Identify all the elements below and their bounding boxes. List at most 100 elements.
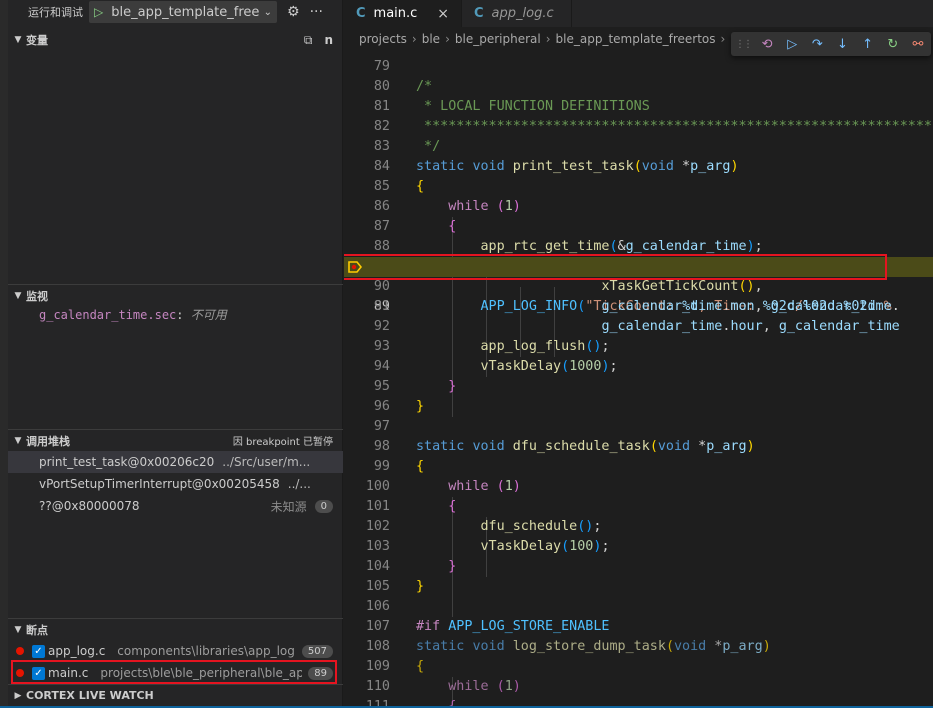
chevron-down-icon: ▼	[14, 435, 22, 446]
cortex-live-watch-header[interactable]: ▶ CORTEX LIVE WATCH	[8, 684, 343, 706]
n-icon[interactable]: n	[324, 33, 333, 47]
code-line: 96}	[373, 399, 425, 414]
breadcrumb-item[interactable]: ble_peripheral	[455, 32, 541, 46]
code-line: 82 *************************************…	[373, 119, 933, 134]
variables-section-header[interactable]: ▼ 变量 ⧉ n	[8, 29, 343, 51]
callstack-frame[interactable]: print_test_task@0x00206c20 ../Src/user/m…	[8, 451, 343, 473]
step-into-icon[interactable]: ↓	[833, 37, 851, 52]
breadcrumb-item[interactable]: projects	[359, 32, 407, 46]
code-line: 105}	[365, 579, 425, 594]
breakpoints-section-header[interactable]: ▼ 断点	[8, 618, 343, 640]
code-line: 110 while (1)	[365, 679, 521, 694]
watch-label: 监视	[26, 289, 48, 303]
tab-label: main.c	[373, 6, 418, 21]
breadcrumb-item[interactable]: ble_app_template_freertos	[556, 32, 716, 46]
callstack-label: 调用堆栈	[26, 434, 70, 448]
code-line: 95 }	[373, 379, 457, 394]
callstack-frame[interactable]: vPortSetupTimerInterrupt@0x00205458 ../.…	[8, 473, 343, 495]
code-line: 92 g_calendar_time.hour, g_calendar_time	[373, 319, 900, 334]
chevron-down-icon: ▼	[14, 624, 22, 635]
code-line: 104 }	[365, 559, 457, 574]
gear-icon[interactable]: ⚙	[287, 4, 300, 20]
code-line: 79	[373, 59, 390, 74]
frame-count-badge: 0	[314, 499, 333, 513]
breakpoint-highlight-box	[11, 660, 337, 684]
disconnect-icon[interactable]: ⚯	[909, 37, 927, 52]
code-editor: C main.c × C app_log.c projects › ble › bl…	[344, 0, 933, 708]
code-line: 103 vTaskDelay(100);	[365, 539, 610, 554]
run-toolbar: 运行和调试 ▷ ble_app_template_freer ⌄ ⚙ ···	[8, 0, 343, 24]
launch-config-select[interactable]: ▷ ble_app_template_freer ⌄	[89, 1, 277, 23]
code-line: 98 static void dfu_schedule_task(void *p_…	[373, 439, 755, 454]
code-line: 97	[373, 419, 390, 434]
ellipsis-icon[interactable]: ···	[310, 4, 323, 20]
tab-label: app_log.c	[491, 6, 554, 21]
frame-function: ??@0x80000078	[39, 499, 140, 513]
code-line: 85{	[373, 179, 425, 194]
breakpoint-file: app_log.c	[48, 644, 106, 658]
code-line: 84 static void print_test_task(void *p_ar…	[373, 159, 739, 174]
breadcrumb-separator: ›	[545, 32, 551, 46]
code-line: 93 app_log_flush();	[373, 339, 610, 354]
code-line: 86 while (1)	[373, 199, 521, 214]
code-line: 107 #if APP_LOG_STORE_ENABLE	[365, 619, 610, 634]
breakpoint-path: components\libraries\app_log	[117, 644, 295, 658]
breadcrumb-separator: ›	[411, 32, 417, 46]
frame-source: ../...	[287, 477, 311, 491]
watch-section-header[interactable]: ▼ 监视	[8, 284, 343, 306]
run-debug-title: 运行和调试	[28, 6, 83, 19]
code-line: 94 vTaskDelay(1000);	[373, 359, 618, 374]
tab-main-c[interactable]: C main.c ×	[344, 0, 462, 27]
breakpoints-label: 断点	[26, 623, 48, 637]
code-line: 102 dfu_schedule();	[365, 519, 602, 534]
activity-strip	[0, 0, 8, 708]
editor-tabs: C main.c × C app_log.c	[344, 0, 933, 27]
chevron-right-icon: ▶	[14, 690, 22, 701]
step-over-icon[interactable]: ↷	[808, 37, 826, 52]
frame-function: vPortSetupTimerInterrupt@0x00205458	[39, 477, 280, 491]
current-line-highlight-box	[344, 254, 887, 280]
code-line: 81 * LOCAL FUNCTION DEFINITIONS	[373, 99, 650, 114]
launch-config-name: ble_app_template_freer	[111, 4, 260, 20]
callstack-section-header[interactable]: ▼ 调用堆栈 因 breakpoint 已暂停	[8, 429, 343, 451]
watch-value: 不可用	[190, 308, 227, 322]
c-file-icon: C	[356, 6, 366, 21]
code-area[interactable]: 79 80/* 81 * LOCAL FUNCTION DEFINITIONS …	[344, 57, 933, 708]
restart-frame-icon[interactable]: ⟲	[758, 37, 776, 52]
restart-icon[interactable]: ↻	[884, 37, 902, 52]
drag-handle-icon[interactable]: ⋮⋮	[735, 39, 753, 50]
watch-expression-item[interactable]: g_calendar_time.sec: 不可用	[39, 306, 227, 323]
code-line: 80/*	[373, 79, 433, 94]
tab-app-log-c[interactable]: C app_log.c	[462, 0, 572, 27]
code-line: 100 while (1)	[365, 479, 521, 494]
cortex-live-watch-label: CORTEX LIVE WATCH	[26, 689, 154, 702]
code-line: 106	[365, 599, 390, 614]
frame-function: print_test_task@0x00206c20	[39, 455, 215, 469]
breakpoint-item[interactable]: ✓ app_log.c components\libraries\app_log…	[8, 640, 343, 662]
chevron-down-icon: ▼	[14, 35, 22, 45]
breakpoint-line-badge: 507	[301, 644, 333, 658]
breakpoint-checkbox[interactable]: ✓	[32, 644, 45, 658]
watch-colon: :	[176, 308, 184, 322]
breakpoint-dot-icon	[16, 647, 24, 655]
callstack-status: 因 breakpoint 已暂停	[232, 437, 333, 448]
close-icon[interactable]: ×	[437, 6, 449, 22]
code-line: 91 g_calendar_time.mon, g_calendar_time.	[373, 299, 900, 314]
collapse-all-icon[interactable]: ⧉	[304, 33, 313, 48]
breadcrumb-separator: ›	[445, 32, 450, 46]
frame-source: ../Src/user/m...	[222, 455, 311, 469]
code-line: 108 static void log_store_dump_task(void …	[365, 639, 771, 654]
chevron-down-icon: ▼	[14, 290, 22, 301]
code-line: 109{	[365, 659, 425, 674]
breadcrumb-item[interactable]: ble	[422, 32, 440, 46]
step-out-icon[interactable]: ↑	[859, 37, 877, 52]
code-line: 87 {	[373, 219, 457, 234]
play-icon[interactable]: ▷	[94, 5, 103, 19]
continue-icon[interactable]: ▷	[783, 37, 801, 52]
chevron-down-icon[interactable]: ⌄	[264, 7, 272, 18]
code-line: 101 {	[365, 499, 457, 514]
breadcrumb-separator: ›	[720, 32, 726, 46]
c-file-icon: C	[474, 6, 484, 21]
callstack-frame[interactable]: ??@0x80000078 未知源 0	[8, 495, 343, 517]
watch-expression: g_calendar_time.sec	[39, 308, 177, 322]
